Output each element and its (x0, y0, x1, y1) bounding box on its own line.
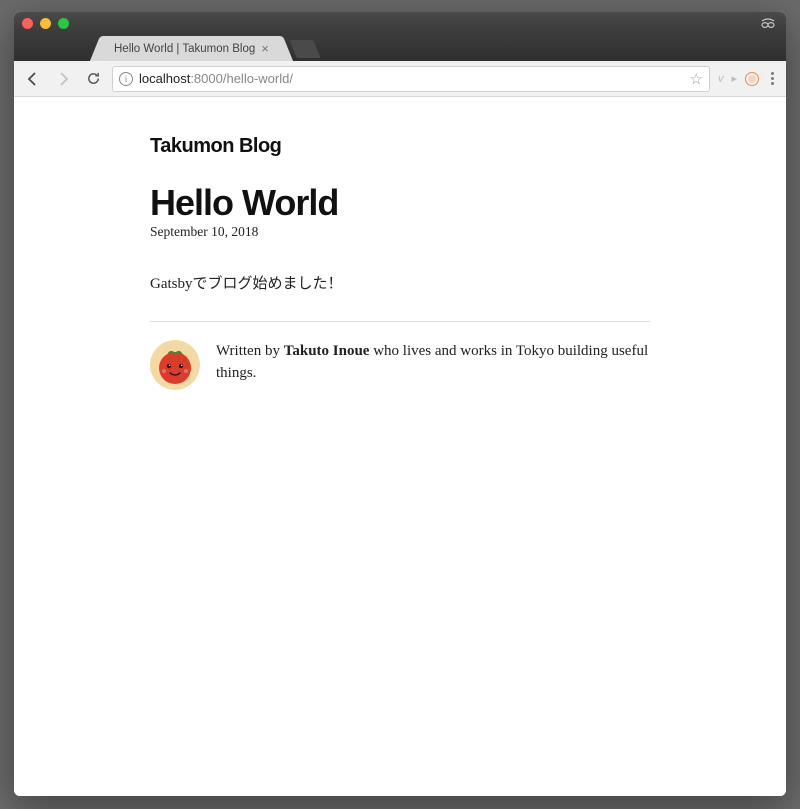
tab-close-icon[interactable]: × (261, 41, 269, 56)
bio-author: Takuto Inoue (284, 343, 370, 359)
bio-prefix: Written by (216, 343, 284, 359)
site-info-icon[interactable]: i (119, 72, 133, 86)
blog-article: Takumon Blog Hello World September 10, 2… (140, 97, 660, 428)
browser-toolbar: i localhost:8000/hello-world/ ☆ v ▸ (14, 61, 786, 97)
browser-window: Hello World | Takumon Blog × i localhost… (14, 12, 786, 796)
close-window-button[interactable] (22, 18, 33, 29)
tab-title: Hello World | Takumon Blog (114, 43, 255, 55)
window-controls (22, 18, 69, 29)
forward-button[interactable] (52, 68, 74, 90)
post-body: Gatsbyでブログ始めました！ (150, 272, 650, 293)
bookmark-star-icon[interactable]: ☆ (690, 70, 703, 88)
url-path: /hello-world/ (223, 71, 293, 86)
address-bar[interactable]: i localhost:8000/hello-world/ ☆ (112, 66, 710, 92)
extension-arrow-icon[interactable]: ▸ (731, 72, 737, 85)
incognito-icon (760, 15, 776, 32)
window-titlebar (14, 12, 786, 34)
url-host: localhost (139, 71, 190, 86)
post-date: September 10, 2018 (150, 224, 650, 240)
divider (150, 321, 650, 322)
extension-v-icon[interactable]: v (718, 73, 724, 85)
new-tab-button[interactable] (289, 40, 320, 58)
browser-tab[interactable]: Hello World | Takumon Blog × (104, 36, 279, 61)
url-port: :8000 (190, 71, 223, 86)
minimize-window-button[interactable] (40, 18, 51, 29)
page-viewport[interactable]: Takumon Blog Hello World September 10, 2… (14, 97, 786, 796)
avatar (150, 340, 200, 390)
author-bio: Written by Takuto Inoue who lives and wo… (150, 340, 650, 390)
tab-strip: Hello World | Takumon Blog × (14, 34, 786, 61)
site-title[interactable]: Takumon Blog (150, 135, 650, 158)
post-title: Hello World (150, 184, 650, 222)
browser-menu-button[interactable] (767, 72, 778, 85)
bio-text: Written by Takuto Inoue who lives and wo… (216, 340, 650, 385)
maximize-window-button[interactable] (58, 18, 69, 29)
reload-button[interactable] (82, 68, 104, 90)
back-button[interactable] (22, 68, 44, 90)
extension-circle-icon[interactable] (745, 72, 759, 86)
extension-icons: v ▸ (718, 72, 759, 86)
